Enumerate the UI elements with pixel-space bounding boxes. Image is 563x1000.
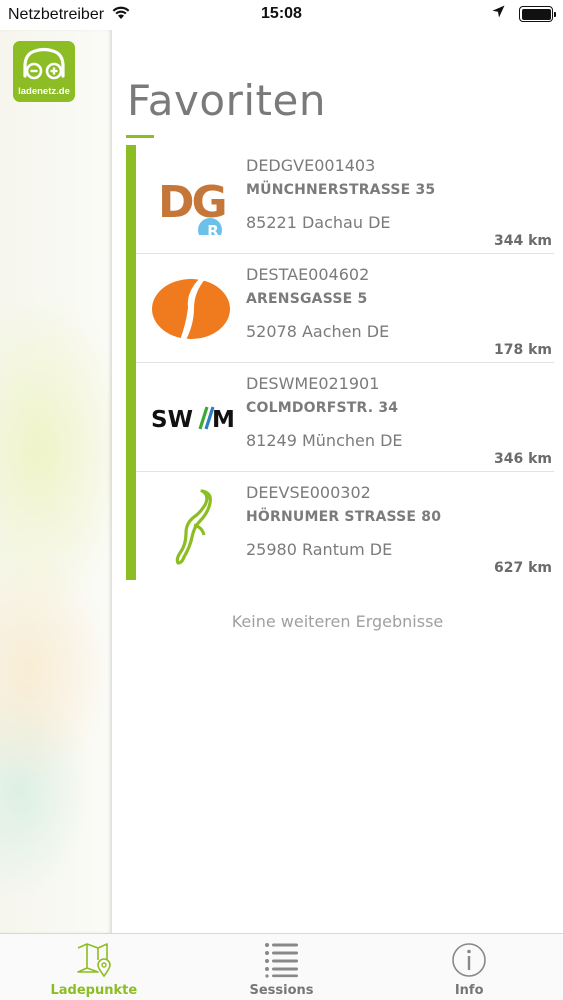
- tab-bar: Ladepunkte Sessions Info: [0, 933, 563, 1000]
- logo-text: ladenetz.de: [18, 86, 70, 97]
- tab-info[interactable]: Info: [375, 934, 563, 1000]
- list-accent-bar: [126, 145, 136, 580]
- side-panel: [0, 30, 112, 933]
- title-underline: [126, 135, 154, 138]
- battery-icon: [519, 6, 556, 22]
- station-street: COLMDORFSTR. 34: [246, 400, 399, 416]
- station-city: 52078 Aachen DE: [246, 322, 390, 341]
- station-distance: 346 km: [494, 451, 552, 467]
- car-plug-icon: [23, 47, 65, 80]
- favorite-item[interactable]: DEEVSE000302 HÖRNUMER STRASSE 80 25980 R…: [136, 472, 554, 581]
- station-street: HÖRNUMER STRASSE 80: [246, 509, 442, 525]
- favorite-item[interactable]: DESTAE004602 ARENSGASSE 5 52078 Aachen D…: [136, 254, 554, 363]
- location-arrow-icon: [492, 5, 505, 23]
- favorite-item[interactable]: SW M DESWME021901 COLMDORFSTR. 34 81249 …: [136, 363, 554, 472]
- stawag-logo: [150, 274, 232, 344]
- map-pin-icon: [76, 942, 112, 982]
- station-street: MÜNCHNERSTRASSE 35: [246, 182, 436, 198]
- station-city: 81249 München DE: [246, 431, 403, 450]
- station-id: DEDGVE001403: [246, 156, 376, 175]
- sylt-logo: [150, 489, 232, 565]
- tab-label: Info: [454, 983, 484, 998]
- status-time: 15:08: [261, 5, 302, 22]
- dg-logo: DG R: [150, 165, 232, 240]
- station-id: DEEVSE000302: [246, 483, 371, 502]
- tab-ladepunkte[interactable]: Ladepunkte: [0, 934, 188, 1000]
- station-id: DESWME021901: [246, 374, 380, 393]
- r-badge: R: [207, 222, 219, 240]
- station-city: 85221 Dachau DE: [246, 213, 391, 232]
- tab-sessions[interactable]: Sessions: [188, 934, 376, 1000]
- station-id: DESTAE004602: [246, 265, 370, 284]
- ladenetz-logo[interactable]: ladenetz.de: [13, 41, 75, 102]
- svg-text:SW: SW: [151, 407, 193, 433]
- status-right: [492, 5, 556, 23]
- station-distance: 178 km: [494, 342, 552, 358]
- svg-text:M: M: [212, 407, 235, 433]
- station-city: 25980 Rantum DE: [246, 540, 393, 559]
- page-title: Favoriten: [127, 76, 326, 125]
- status-bar: Netzbetreiber 15:08: [0, 0, 563, 30]
- station-distance: 344 km: [494, 233, 552, 249]
- no-more-results: Keine weiteren Ergebnisse: [231, 612, 444, 631]
- favorite-item[interactable]: DG R DEDGVE001403 MÜNCHNERSTRASSE 35 852…: [136, 145, 554, 254]
- tab-label: Ladepunkte: [50, 983, 138, 998]
- tab-label: Sessions: [249, 983, 314, 998]
- station-distance: 627 km: [494, 560, 552, 576]
- list-icon: [264, 942, 300, 982]
- info-icon: [451, 942, 487, 982]
- station-street: ARENSGASSE 5: [246, 291, 368, 307]
- swm-logo: SW M: [150, 383, 236, 453]
